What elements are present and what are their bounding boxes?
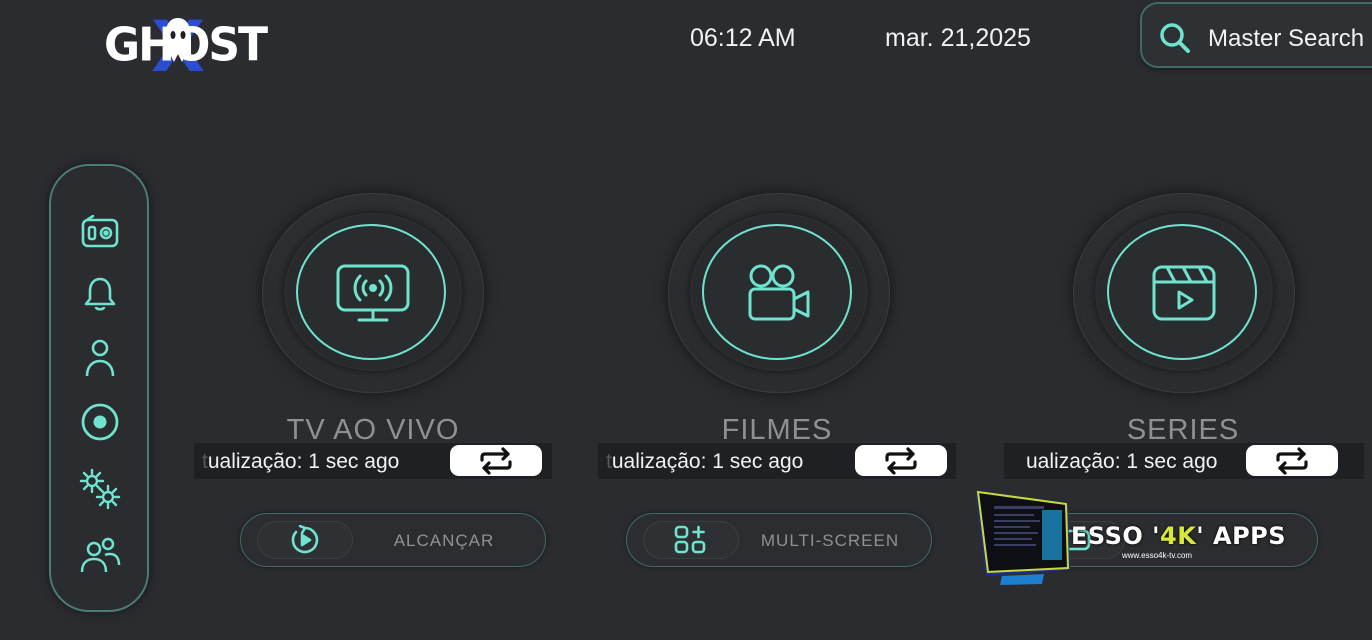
refresh-icon [480, 446, 512, 475]
live-tv-refresh-button[interactable] [450, 445, 542, 476]
live-tv-update-text: ualização: 1 sec ago [207, 450, 400, 473]
multi-screen-label: MULTI-SCREEN [760, 531, 900, 550]
watermark-title: ESSO '4K' APPS [1071, 522, 1287, 550]
movie-camera-icon [748, 264, 810, 321]
multiscreen-icon [674, 525, 706, 554]
users-icon[interactable] [79, 534, 121, 576]
watermark-url: www.esso4k-tv.com [1122, 551, 1193, 560]
radio-icon[interactable] [79, 211, 121, 253]
catchup-button[interactable]: ALCANÇAR [240, 513, 546, 567]
current-date: mar. 21,2025 [885, 24, 1031, 52]
multi-screen-button[interactable]: MULTI-SCREEN [626, 513, 932, 567]
catchup-label: ALCANÇAR [393, 531, 495, 550]
series-tile[interactable] [1073, 193, 1295, 393]
monitor-logo-icon [976, 490, 1070, 585]
record-icon[interactable] [79, 401, 121, 443]
user-icon[interactable] [79, 337, 121, 379]
live-tv-icon [336, 264, 410, 322]
movies-update-text: ualização: 1 sec ago [611, 450, 804, 473]
refresh-icon [885, 446, 917, 475]
bell-icon[interactable] [79, 273, 121, 315]
live-tv-tile[interactable] [262, 193, 484, 393]
series-refresh-button[interactable] [1246, 445, 1338, 476]
catchup-icon [291, 525, 319, 554]
movies-refresh-button[interactable] [855, 445, 947, 476]
clapperboard-icon [1152, 265, 1216, 321]
search-icon [1160, 23, 1190, 53]
ghost-icon [165, 18, 191, 62]
clock-time: 06:12 AM [690, 24, 796, 52]
master-search-button[interactable]: Master Search [1140, 2, 1372, 68]
settings-icon[interactable] [79, 468, 121, 510]
watermark: ESSO '4K' APPS www.esso4k-tv.com [972, 490, 1286, 590]
search-label: Master Search [1208, 25, 1365, 52]
movies-tile[interactable] [668, 193, 890, 393]
ghost-x-logo: X GHOST [104, 6, 268, 88]
series-update-text: ualização: 1 sec ago [1026, 450, 1218, 473]
sidebar [49, 164, 149, 612]
refresh-icon [1276, 446, 1308, 475]
